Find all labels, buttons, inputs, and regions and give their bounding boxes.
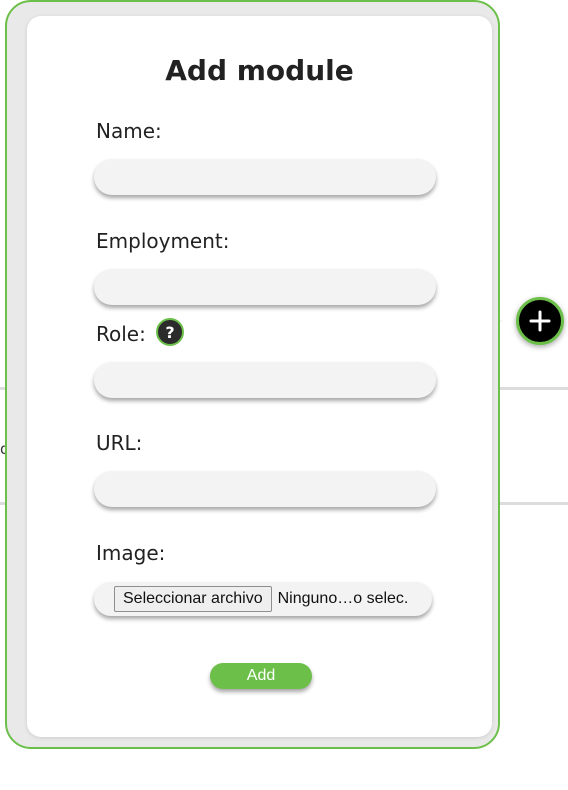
help-icon[interactable]: ?	[156, 318, 184, 346]
url-label: URL:	[96, 431, 143, 455]
file-status-text: Ninguno…o selec.	[277, 590, 409, 607]
choose-file-button[interactable]: Seleccionar archivo	[114, 586, 272, 612]
role-input[interactable]	[94, 362, 436, 398]
image-label: Image:	[96, 541, 166, 565]
add-module-modal: Add module Name: Employment: Role: ? URL…	[27, 16, 492, 737]
add-button[interactable]: Add	[210, 663, 312, 689]
employment-label: Employment:	[96, 229, 230, 253]
image-file-input[interactable]: Seleccionar archivo Ninguno…o selec.	[94, 582, 432, 616]
role-label: Role:	[96, 322, 146, 346]
page: d Add module Name: Employment: Role: ? U…	[0, 0, 568, 790]
add-module-fab[interactable]	[516, 297, 564, 345]
name-label: Name:	[96, 119, 162, 143]
employment-input[interactable]	[94, 269, 436, 305]
url-input[interactable]	[94, 471, 436, 507]
name-input[interactable]	[94, 159, 436, 195]
modal-title: Add module	[165, 54, 354, 87]
plus-icon	[529, 310, 551, 332]
modal-frame: Add module Name: Employment: Role: ? URL…	[5, 0, 500, 749]
